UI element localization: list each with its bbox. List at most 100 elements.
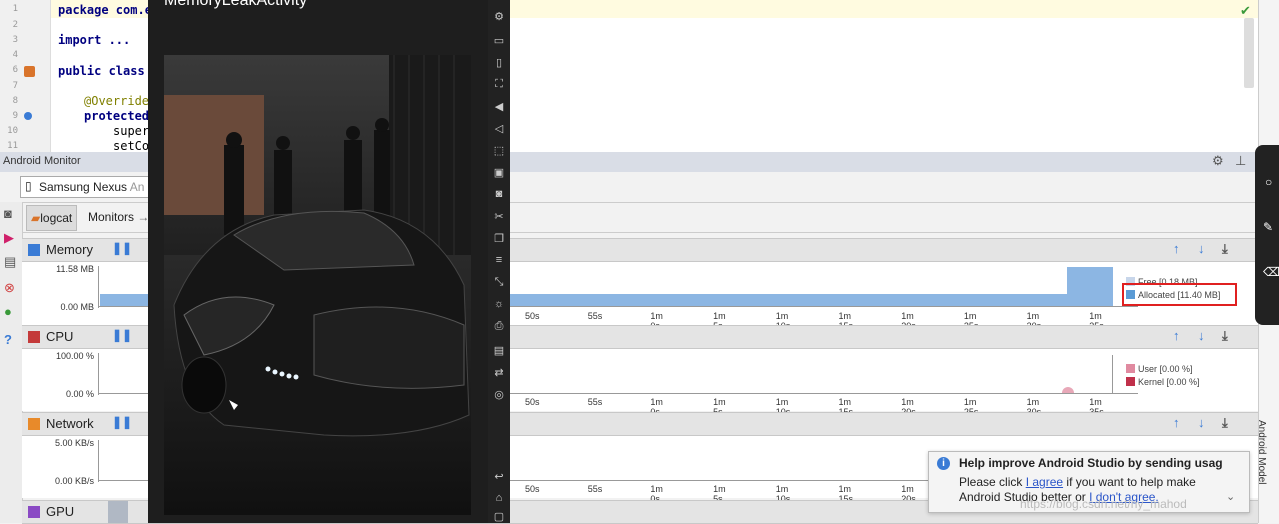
memory-icon <box>28 244 40 256</box>
hide-icon[interactable]: ⊥ <box>1235 153 1246 169</box>
time-tick: 55s <box>587 397 603 407</box>
notification-body-line1: Please click I agree if you want to help… <box>959 475 1196 489</box>
media-icon[interactable]: ▤ <box>492 344 506 357</box>
current-time-marker <box>1112 355 1113 393</box>
camera-icon[interactable]: ◙ <box>492 188 506 200</box>
screenshot-icon[interactable]: ◙ <box>4 206 12 221</box>
up-arrow-icon[interactable]: ↑ <box>1173 415 1180 430</box>
legend-user-swatch <box>1126 364 1135 373</box>
gpu-icon <box>28 506 40 518</box>
time-tick: 50s <box>525 484 540 494</box>
override-icon[interactable] <box>24 112 32 120</box>
swap-icon[interactable]: ⇄ <box>492 366 506 379</box>
code-line: @Override <box>84 94 150 108</box>
device-label: Samsung Nexus An <box>39 180 145 194</box>
code-line: setCo <box>113 139 150 152</box>
device-dropdown[interactable]: ▯ Samsung Nexus An <box>20 176 150 198</box>
line-number: 10 <box>7 126 18 136</box>
logcat-icon: ▰ <box>31 211 41 225</box>
network-ymax: 5.00 KB/s <box>54 438 94 448</box>
rotate-icon[interactable]: ⬚ <box>492 144 506 157</box>
legend-kernel-swatch <box>1126 377 1135 386</box>
pause-button[interactable] <box>108 501 128 523</box>
download-icon[interactable]: ⤓ <box>1222 241 1228 257</box>
copy-icon[interactable]: ❐ <box>492 232 506 245</box>
pause-icon[interactable]: ❚❚ <box>112 328 132 342</box>
y-axis <box>98 353 99 395</box>
activity-title: MemoryLeakActivity <box>164 0 308 9</box>
class-icon <box>24 66 35 77</box>
cut-icon[interactable]: ✂ <box>492 210 506 223</box>
home-icon[interactable]: ⌂ <box>492 492 506 504</box>
highlight-box <box>1122 283 1237 306</box>
down-arrow-icon[interactable]: ↓ <box>1198 328 1205 343</box>
code-line: import ... <box>58 33 131 47</box>
screen-icon[interactable]: ▭ <box>492 34 506 47</box>
overview-icon[interactable]: ▢ <box>492 510 506 523</box>
android-model-tab[interactable]: Android Model <box>1256 420 1267 484</box>
watermark: https://blog.csdn.net/ny_mahod <box>1020 497 1187 511</box>
cpu-ymax: 100.00 % <box>55 351 94 361</box>
menu-icon[interactable]: ≡ <box>492 254 506 266</box>
help-icon[interactable]: ? <box>4 332 12 347</box>
agree-link[interactable]: I agree <box>1026 475 1063 489</box>
download-icon[interactable]: ⤓ <box>1222 415 1228 431</box>
circle-icon[interactable]: ○ <box>1265 175 1272 189</box>
memory-allocated-area <box>510 294 1068 306</box>
layout-icon[interactable]: ● <box>4 304 12 319</box>
info-icon: i <box>937 457 950 470</box>
memory-allocated-spike <box>1067 267 1113 306</box>
network-ymin: 0.00 KB/s <box>54 476 94 486</box>
download-icon[interactable]: ⤓ <box>1222 328 1228 344</box>
print-icon[interactable]: ⎙ <box>492 320 506 333</box>
line-number: 11 <box>7 141 18 151</box>
brightness-icon[interactable]: ☼ <box>492 298 506 310</box>
legend-user: User [0.00 %] <box>1138 364 1193 374</box>
pause-icon[interactable]: ❚❚ <box>112 415 132 429</box>
time-tick: 50s <box>525 397 540 407</box>
time-tick: 50s <box>525 311 540 321</box>
gpu-label: GPU <box>46 504 75 519</box>
screenshot-icon[interactable]: ▣ <box>492 166 506 179</box>
memory-allocated-area <box>100 294 148 306</box>
check-icon: ✔ <box>1240 3 1251 18</box>
resize-icon[interactable]: ⤡ <box>492 276 506 289</box>
delete-icon[interactable]: ⌫ <box>1263 265 1279 279</box>
phone-icon[interactable]: ▯ <box>492 56 506 69</box>
target-icon[interactable]: ◎ <box>492 388 506 401</box>
memory-ymin: 0.00 MB <box>60 302 94 312</box>
gear-icon[interactable]: ⚙ <box>1212 153 1224 169</box>
up-arrow-icon[interactable]: ↑ <box>1173 328 1180 343</box>
back-icon[interactable]: ↩ <box>492 470 506 483</box>
down-arrow-icon[interactable]: ↓ <box>1198 241 1205 256</box>
floating-side-panel: ○ ✎ ⌫ <box>1255 145 1279 325</box>
edit-icon[interactable]: ✎ <box>1263 220 1273 234</box>
tab-logcat[interactable]: ▰logcat <box>26 205 78 231</box>
android-monitor-title: Android Monitor <box>3 155 81 167</box>
record-icon[interactable]: ▶ <box>4 230 14 246</box>
volume-down-icon[interactable]: ◁ <box>492 122 506 135</box>
settings-icon[interactable]: ⚙ <box>492 10 506 23</box>
pause-icon[interactable]: ❚❚ <box>112 241 132 255</box>
up-arrow-icon[interactable]: ↑ <box>1173 241 1180 256</box>
cpu-ymin: 0.00 % <box>65 389 94 399</box>
terminate-icon[interactable]: ⊗ <box>4 280 15 296</box>
time-tick: 55s <box>587 311 603 321</box>
code-line: package com.e <box>58 3 152 17</box>
line-number: 4 <box>12 50 18 60</box>
notification-title: Help improve Android Studio by sending u… <box>959 456 1223 470</box>
volume-up-icon[interactable]: ◀ <box>492 100 506 113</box>
down-arrow-icon[interactable]: ↓ <box>1198 415 1205 430</box>
time-tick: 55s <box>587 484 603 494</box>
line-number: 1 <box>12 4 18 14</box>
system-info-icon[interactable]: ▤ <box>4 254 16 270</box>
chevron-down-icon[interactable]: ⌄ <box>1226 490 1235 503</box>
editor-scrollbar[interactable] <box>1244 18 1254 88</box>
code-line: protected <box>84 109 150 123</box>
cpu-icon <box>28 331 40 343</box>
line-number: 7 <box>12 81 18 91</box>
tab-monitors[interactable]: Monitors → <box>84 205 153 229</box>
fullscreen-icon[interactable]: ⛶ <box>492 78 506 91</box>
legend-kernel: Kernel [0.00 %] <box>1138 377 1200 387</box>
code-line: super <box>113 124 150 138</box>
